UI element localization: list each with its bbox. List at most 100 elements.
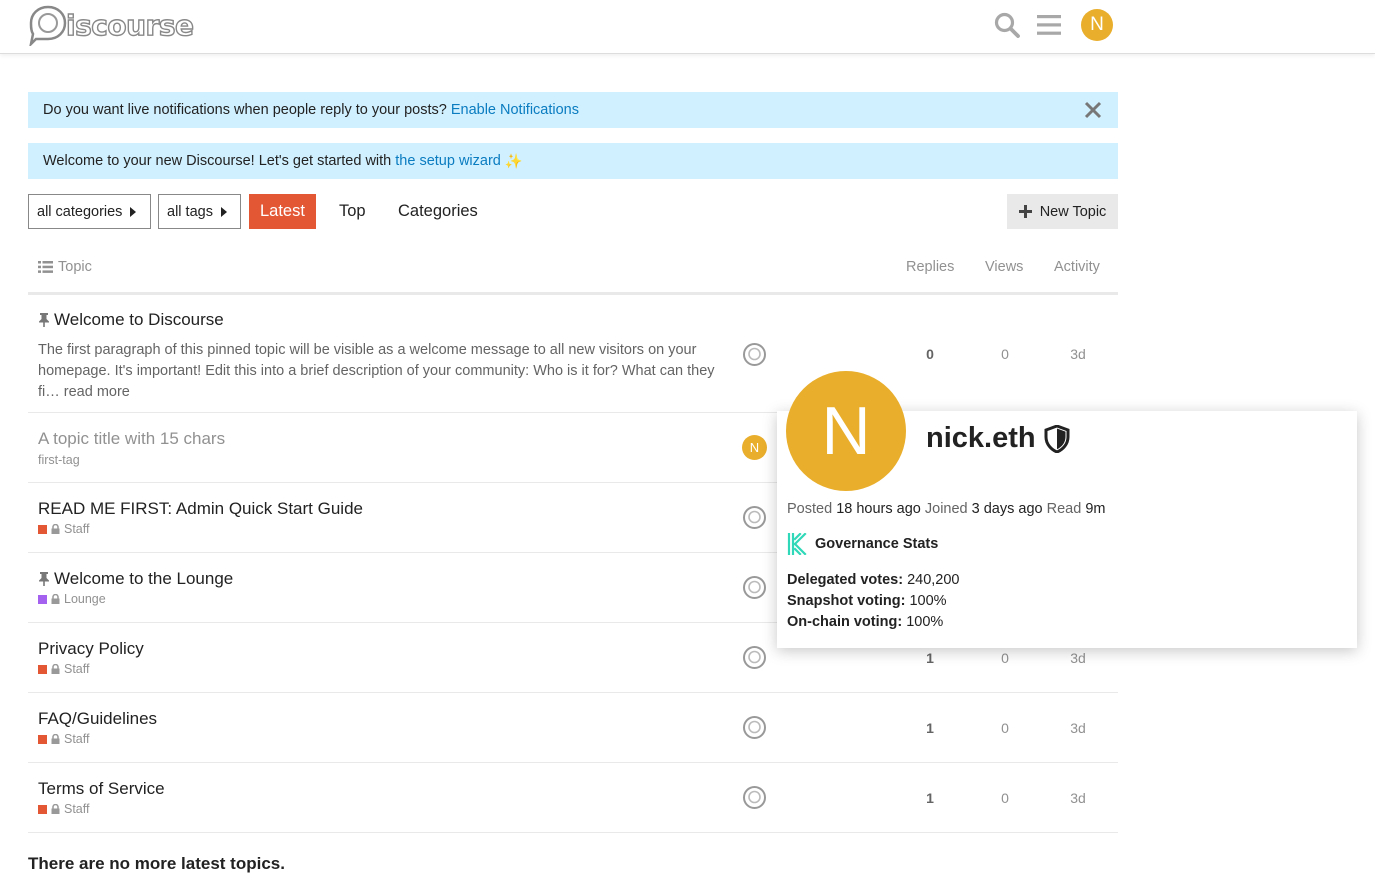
system-avatar[interactable]	[742, 645, 767, 670]
topic-title-link[interactable]: Welcome to the Lounge	[38, 569, 233, 589]
topic-category[interactable]: Staff	[38, 522, 89, 536]
topic-title-link[interactable]: READ ME FIRST: Admin Quick Start Guide	[38, 499, 363, 519]
logo-text: iscourse	[65, 8, 194, 42]
category-color-swatch	[38, 734, 47, 744]
category-dropdown[interactable]: all categories	[28, 194, 151, 229]
category-color-swatch	[38, 524, 47, 534]
views-count: 0	[1001, 650, 1009, 666]
views-count: 0	[1001, 346, 1009, 362]
caret-right-icon	[130, 206, 137, 217]
discourse-logo[interactable]: iscourse	[28, 4, 195, 46]
views-count: 0	[1001, 790, 1009, 806]
pin-icon	[39, 572, 49, 586]
site-header: iscourse N	[0, 0, 1375, 54]
topic-title-link[interactable]: FAQ/Guidelines	[38, 709, 157, 729]
discourse-avatar-icon	[743, 343, 766, 366]
topic-title-link[interactable]: Terms of Service	[38, 779, 165, 799]
user-card-avatar[interactable]: N	[786, 371, 906, 491]
tab-latest[interactable]: Latest	[249, 194, 316, 229]
notifications-banner-text: Do you want live notifications when peop…	[43, 102, 447, 118]
category-dropdown-label: all categories	[37, 203, 123, 220]
lock-icon	[51, 524, 60, 534]
table-row: Terms of Service Staff 1 0 3d	[28, 763, 1118, 833]
topic-column-header[interactable]: Topic	[38, 259, 92, 275]
no-more-topics-message: There are no more latest topics.	[28, 854, 285, 873]
topic-list-header: Topic Replies Views Activity	[28, 250, 1118, 295]
notifications-banner: Do you want live notifications when peop…	[28, 92, 1118, 128]
system-avatar[interactable]	[742, 575, 767, 600]
topic-category[interactable]: Staff	[38, 802, 89, 816]
new-topic-label: New Topic	[1039, 203, 1107, 220]
delegated-votes-stat: Delegated votes: 240,200	[787, 572, 960, 588]
setup-wizard-link[interactable]: the setup wizard	[395, 153, 501, 169]
table-row: Welcome to Discourse The first paragraph…	[28, 296, 1118, 413]
user-card-stats-line: Posted 18 hours ago Joined 3 days ago Re…	[787, 501, 1106, 517]
read-more-link[interactable]: read more	[64, 384, 130, 400]
activity-time[interactable]: 3d	[1058, 650, 1098, 666]
caret-right-icon	[220, 206, 227, 217]
activity-column-header[interactable]: Activity	[1054, 259, 1100, 275]
topic-title-link[interactable]: Welcome to Discourse	[38, 310, 224, 330]
discourse-logo-icon	[29, 5, 67, 46]
topic-category[interactable]: Staff	[38, 732, 89, 746]
topic-category[interactable]: Lounge	[38, 592, 106, 606]
topic-tag[interactable]: first-tag	[38, 453, 80, 467]
discourse-avatar-icon	[743, 716, 766, 739]
current-user-avatar[interactable]: N	[1081, 9, 1113, 41]
topic-category[interactable]: Staff	[38, 662, 89, 676]
replies-count: 0	[926, 346, 934, 362]
tag-dropdown[interactable]: all tags	[158, 194, 241, 229]
search-icon	[994, 12, 1020, 38]
close-icon[interactable]	[1084, 101, 1102, 119]
category-color-swatch	[38, 664, 47, 674]
discourse-avatar-icon	[743, 786, 766, 809]
sparkles-icon: ✨	[504, 153, 523, 170]
user-avatar[interactable]: N	[742, 435, 767, 460]
replies-count: 1	[926, 650, 934, 666]
shield-icon	[1044, 424, 1070, 453]
category-color-swatch	[38, 594, 47, 604]
governance-stats-list: Delegated votes: 240,200 Snapshot voting…	[787, 570, 960, 633]
list-icon	[38, 261, 53, 273]
hamburger-menu-button[interactable]	[1035, 9, 1063, 41]
views-column-header[interactable]: Views	[985, 259, 1023, 275]
discourse-avatar-icon	[743, 646, 766, 669]
lock-icon	[51, 594, 60, 604]
topic-title-link[interactable]: A topic title with 15 chars	[38, 429, 225, 449]
system-avatar[interactable]	[742, 342, 767, 367]
welcome-banner-text: Welcome to your new Discourse! Let's get…	[43, 153, 392, 169]
new-topic-button[interactable]: New Topic	[1007, 194, 1118, 229]
topic-excerpt: The first paragraph of this pinned topic…	[38, 342, 715, 400]
system-avatar[interactable]	[742, 505, 767, 530]
system-avatar[interactable]	[742, 715, 767, 740]
hamburger-icon	[1037, 15, 1061, 35]
user-card-username[interactable]: nick.eth	[926, 422, 1070, 455]
tab-top[interactable]: Top	[328, 194, 377, 229]
activity-time[interactable]: 3d	[1058, 720, 1098, 736]
navigation-bar: all categories all tags Latest Top Categ…	[28, 194, 1118, 229]
replies-column-header[interactable]: Replies	[906, 259, 954, 275]
welcome-banner: Welcome to your new Discourse! Let's get…	[28, 143, 1118, 179]
discourse-avatar-icon	[743, 506, 766, 529]
search-button[interactable]	[993, 9, 1021, 41]
activity-time[interactable]: 3d	[1058, 790, 1098, 806]
snapshot-voting-stat: Snapshot voting: 100%	[787, 593, 947, 609]
lock-icon	[51, 804, 60, 814]
topic-title-link[interactable]: Privacy Policy	[38, 639, 144, 659]
system-avatar[interactable]	[742, 785, 767, 810]
category-color-swatch	[38, 804, 47, 814]
lock-icon	[51, 734, 60, 744]
lock-icon	[51, 664, 60, 674]
table-row: FAQ/Guidelines Staff 1 0 3d	[28, 693, 1118, 763]
tag-dropdown-label: all tags	[167, 203, 213, 220]
pin-icon	[39, 313, 49, 327]
enable-notifications-link[interactable]: Enable Notifications	[451, 102, 579, 118]
tab-categories[interactable]: Categories	[387, 194, 489, 229]
replies-count: 1	[926, 720, 934, 736]
plus-icon	[1018, 205, 1032, 218]
views-count: 0	[1001, 720, 1009, 736]
discourse-avatar-icon	[743, 576, 766, 599]
topic-column-label: Topic	[58, 259, 92, 275]
onchain-voting-stat: On-chain voting: 100%	[787, 614, 944, 630]
activity-time[interactable]: 3d	[1058, 346, 1098, 362]
